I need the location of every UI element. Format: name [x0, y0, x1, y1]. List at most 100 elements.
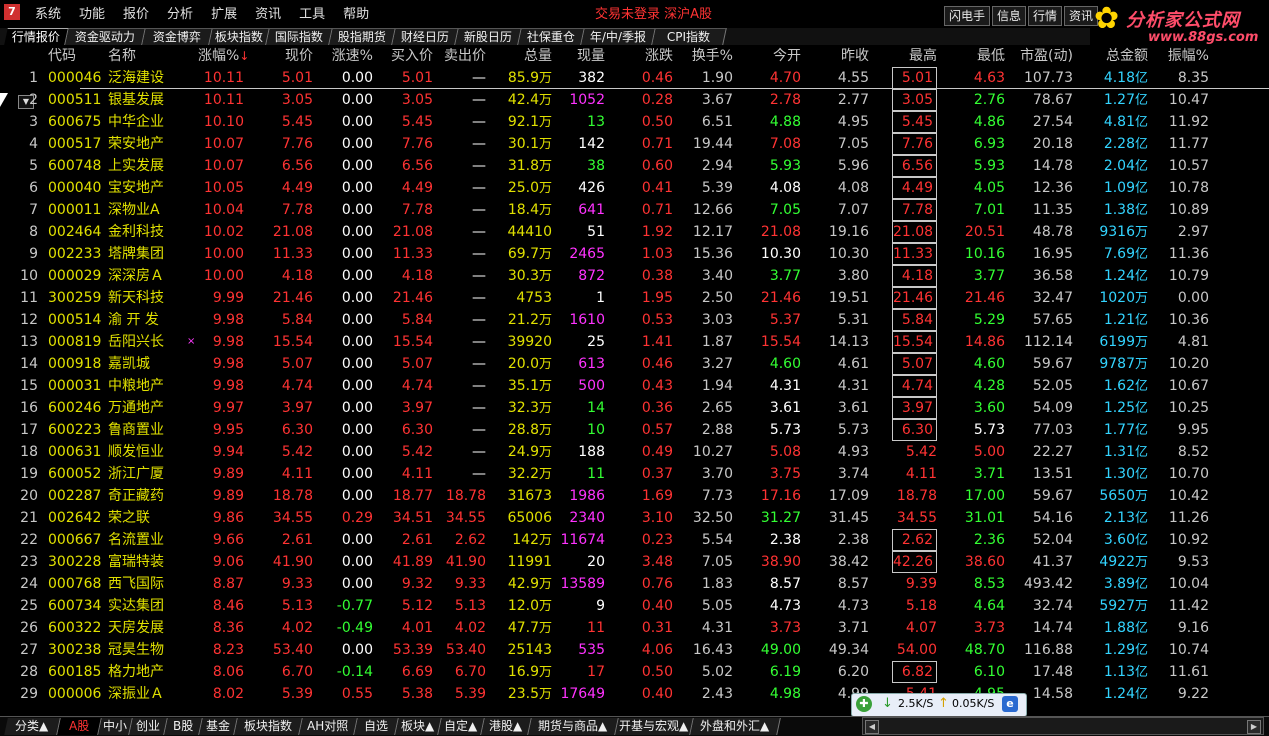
header-change[interactable]: 涨跌 [612, 45, 673, 67]
bottom-tab-8[interactable]: 自选 [354, 718, 399, 735]
menu-extend[interactable]: 扩展 [202, 0, 246, 28]
header-pe[interactable]: 市盈(动) [1010, 45, 1073, 67]
table-row[interactable]: 28 600185 格力地产 8.06 6.70 -0.14 6.69 6.70 17 0.50 5… [0, 661, 1269, 683]
flash-trade-button[interactable]: 闪电手 [944, 6, 991, 26]
bottom-tab-7[interactable]: AH对照 [299, 718, 358, 735]
bottom-tab-5[interactable]: 基金 [199, 718, 238, 735]
cell-buy: 5.38 [401, 686, 433, 702]
table-row[interactable]: 21 002642 荣之联 9.86 34.55 0.29 34.51 34.55 2340 3.… [0, 507, 1269, 529]
browser-icon[interactable]: e [1002, 696, 1018, 712]
table-row[interactable]: 25 600734 实达集团 8.46 5.13 -0.77 5.12 5.13 9 0.40 5.… [0, 595, 1269, 617]
table-row[interactable]: 4 000517 荣安地产 10.07 7.76 0.00 7.76 — 142 0.71 19.4… [0, 133, 1269, 155]
tab-4[interactable]: 国际指数 [266, 28, 333, 45]
cell-change: 3.10 [641, 510, 673, 526]
bottom-tab-3[interactable]: 创业 [129, 718, 168, 735]
header-prev-close[interactable]: 昨收 [810, 45, 869, 67]
table-row[interactable]: 5 600748 上实发展 10.07 6.56 0.00 6.56 — 38 0.60 2.94 5… [0, 155, 1269, 177]
header-buy[interactable]: 买入价 [378, 45, 433, 67]
menu-system[interactable]: 系统 [26, 0, 70, 28]
table-row[interactable]: 14 000918 嘉凯城 9.98 5.07 0.00 5.07 — 613 0.46 3.27 4… [0, 353, 1269, 375]
horizontal-scrollbar[interactable]: ◀ ▶ [862, 717, 1264, 735]
table-row[interactable]: 13 000819 岳阳兴长 9.98 15.54 0.00 15.54 — 25 1.41 1.8… [0, 331, 1269, 353]
table-row[interactable]: 3 600675 中华企业 10.10 5.45 0.00 5.45 — 13 0.50 6.51 4… [0, 111, 1269, 133]
cell-prev-close: 4.55 [837, 70, 869, 86]
header-price[interactable]: 现价 [250, 45, 313, 67]
tab-5[interactable]: 股指期货 [329, 28, 396, 45]
table-row[interactable]: 19 600052 浙江广厦 9.89 4.11 0.00 4.11 — 11 0.37 3.70 3… [0, 463, 1269, 485]
table-row[interactable]: 15 000031 中粮地产 9.98 4.74 0.00 4.74 — 500 0.43 1.94… [0, 375, 1269, 397]
table-row[interactable]: 10 000029 深深房Ａ 10.00 4.18 0.00 4.18 — 872 0.38 3.4… [0, 265, 1269, 287]
table-row[interactable]: 24 000768 西飞国际 8.87 9.33 0.00 9.32 9.33 13589 0.7… [0, 573, 1269, 595]
table-row[interactable]: 18 000631 顺发恒业 9.94 5.42 0.00 5.42 — 188 0.49 10.2… [0, 441, 1269, 463]
bottom-tab-12[interactable]: 期货与商品▲ [528, 718, 619, 735]
menu-tools[interactable]: 工具 [290, 0, 334, 28]
table-row[interactable]: 27 300238 冠昊生物 8.23 53.40 0.00 53.39 53.40 535 4.… [0, 639, 1269, 661]
table-row[interactable]: 11 300259 新天科技 9.99 21.46 0.00 21.46 — 1 1.95 2.50… [0, 287, 1269, 309]
tab-1[interactable]: 资金驱动力 [65, 28, 146, 45]
menu-help[interactable]: 帮助 [334, 0, 378, 28]
cell-open: 38.90 [760, 554, 801, 570]
header-speed[interactable]: 涨速% [318, 45, 373, 67]
market-button[interactable]: 行情 [1028, 6, 1063, 26]
tab-7[interactable]: 新股日历 [455, 28, 522, 45]
scroll-right-icon[interactable]: ▶ [1247, 720, 1261, 734]
menu-quote[interactable]: 报价 [114, 0, 158, 28]
header-volume[interactable]: 总量 [492, 45, 552, 67]
cell-amplitude: 8.35 [1177, 70, 1209, 86]
table-row[interactable]: 9 002233 塔牌集团 10.00 11.33 0.00 11.33 — 2465 1.03 1… [0, 243, 1269, 265]
info-button[interactable]: 信息 [992, 6, 1027, 26]
cell-pe: 493.42 [1024, 576, 1073, 592]
table-row[interactable]: 20 002287 奇正藏药 9.89 18.78 0.00 18.77 18.78 1986 1… [0, 485, 1269, 507]
table-row[interactable]: 16 600246 万通地产 9.97 3.97 0.00 3.97 — 14 0.36 2.65 3… [0, 397, 1269, 419]
bottom-tab-2[interactable]: 中小 [98, 718, 133, 735]
scroll-left-icon[interactable]: ◀ [865, 720, 879, 734]
cell-change: 0.40 [641, 598, 673, 614]
tab-2[interactable]: 资金博弈 [142, 28, 213, 45]
bottom-tab-14[interactable]: 外盘和外汇▲ [690, 718, 781, 735]
bottom-tab-4[interactable]: B股 [164, 718, 203, 735]
tab-0[interactable]: 行情报价 [4, 28, 69, 45]
tab-6[interactable]: 财经日历 [392, 28, 459, 45]
menu-function[interactable]: 功能 [70, 0, 114, 28]
menu-analysis[interactable]: 分析 [158, 0, 202, 28]
app-logo-icon[interactable]: 7 [4, 4, 20, 20]
table-row[interactable]: 29 000006 深振业Ａ 8.02 5.39 0.55 5.38 5.39 17649 0.4… [0, 683, 1269, 705]
cell-prev-close: 3.61 [837, 400, 869, 416]
header-amplitude[interactable]: 振幅% [1156, 45, 1209, 67]
tab-8[interactable]: 社保重仓 [518, 28, 585, 45]
bottom-tab-9[interactable]: 板块▲ [395, 718, 442, 735]
header-code[interactable]: 代码 [48, 45, 104, 67]
table-row[interactable]: 26 600322 天房发展 8.36 4.02 -0.49 4.01 4.02 11 0.31 4… [0, 617, 1269, 639]
table-row[interactable]: 17 600223 鲁商置业 9.95 6.30 0.00 6.30 — 10 0.57 2.88 5… [0, 419, 1269, 441]
header-turnover[interactable]: 换手% [680, 45, 733, 67]
table-row[interactable]: 1 000046 泛海建设 10.11 5.01 0.00 5.01 — 382 0.46 1.90… [0, 67, 1269, 89]
table-row[interactable]: 7 000011 深物业A 10.04 7.78 0.00 7.78 — 641 0.71 12.6… [0, 199, 1269, 221]
header-sell[interactable]: 卖出价 [440, 45, 486, 67]
header-change-pct[interactable]: 涨幅%↓ [198, 45, 249, 67]
header-name[interactable]: 名称 [108, 45, 178, 67]
tab-9[interactable]: 年/中/季报 [581, 28, 656, 45]
header-high[interactable]: 最高 [892, 45, 937, 67]
table-row[interactable]: 23 300228 富瑞特装 9.06 41.90 0.00 41.89 41.90 20 3.4… [0, 551, 1269, 573]
bottom-tab-10[interactable]: 自定▲ [438, 718, 485, 735]
header-low[interactable]: 最低 [948, 45, 1005, 67]
table-row[interactable]: 2 000511 银基发展 10.11 3.05 0.00 3.05 — 1052 0.28 3.6… [0, 89, 1269, 111]
bottom-tab-0[interactable]: 分类▲ [4, 718, 61, 735]
table-row[interactable]: 6 000040 宝安地产 10.05 4.49 0.00 4.49 — 426 0.41 5.39… [0, 177, 1269, 199]
network-speed-widget[interactable]: ✚ ↓ 2.5K/S ↑ 0.05K/S e [851, 693, 1027, 717]
bottom-tab-11[interactable]: 港股▲ [481, 718, 532, 735]
cell-volume: 28.8万 [492, 419, 552, 441]
tab-3[interactable]: 板块指数 [209, 28, 270, 45]
table-row[interactable]: 12 000514 渝 开 发 9.98 5.84 0.00 5.84 — 1610 0.53 3.… [0, 309, 1269, 331]
bottom-tab-6[interactable]: 板块指数 [234, 718, 303, 735]
header-open[interactable]: 今开 [740, 45, 801, 67]
header-current-volume[interactable]: 现量 [558, 45, 605, 67]
tab-10[interactable]: CPI指数 [652, 28, 727, 45]
table-row[interactable]: 22 000667 名流置业 9.66 2.61 0.00 2.61 2.62 11674 0.2… [0, 529, 1269, 551]
header-amount[interactable]: 总金额 [1082, 45, 1148, 67]
bottom-tab-1[interactable]: A股 [57, 718, 102, 735]
table-row[interactable]: 8 002464 金利科技 10.02 21.08 0.00 21.08 — 51 1.92 12.… [0, 221, 1269, 243]
menu-info[interactable]: 资讯 [246, 0, 290, 28]
bottom-tab-13[interactable]: 开基与宏观▲ [615, 718, 694, 735]
cell-low: 10.16 [964, 246, 1005, 262]
